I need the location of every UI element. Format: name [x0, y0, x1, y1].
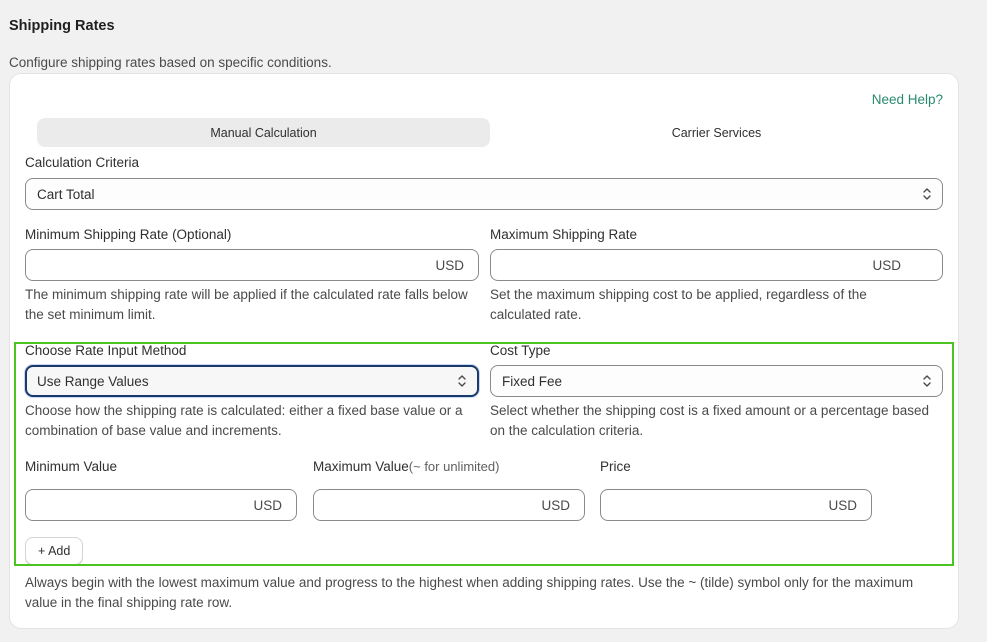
minimum-value-input[interactable]: USD: [25, 489, 297, 521]
min-shipping-rate-label: Minimum Shipping Rate (Optional): [25, 227, 232, 242]
max-shipping-rate-input[interactable]: USD: [490, 249, 943, 281]
calculation-criteria-label: Calculation Criteria: [25, 155, 140, 170]
price-input[interactable]: USD: [600, 489, 872, 521]
maximum-value-input[interactable]: USD: [313, 489, 585, 521]
maximum-value-label-text: Maximum Value: [313, 459, 409, 474]
chevron-updown-icon: [458, 375, 466, 387]
chevron-updown-icon: [923, 188, 931, 200]
currency-suffix: USD: [435, 257, 464, 273]
max-shipping-rate-help: Set the maximum shipping cost to be appl…: [490, 287, 867, 322]
shipping-rates-page: Shipping Rates Configure shipping rates …: [0, 0, 987, 642]
tab-manual-calculation[interactable]: Manual Calculation: [37, 118, 490, 147]
calculation-tabs: Manual Calculation Carrier Services: [37, 118, 943, 147]
minimum-value-label: Minimum Value: [25, 459, 118, 474]
calculation-criteria-value: Cart Total: [37, 186, 95, 202]
currency-suffix: USD: [872, 257, 901, 273]
cost-type-value: Fixed Fee: [502, 373, 563, 389]
unlimited-hint: (~ for unlimited): [408, 459, 500, 474]
chevron-updown-icon: [923, 375, 931, 387]
rate-input-method-label: Choose Rate Input Method: [25, 343, 187, 358]
max-shipping-rate-label: Maximum Shipping Rate: [490, 227, 638, 242]
min-shipping-rate-help: The minimum shipping rate will be applie…: [25, 287, 468, 322]
range-footer-note: Always begin with the lowest maximum val…: [25, 575, 914, 610]
cost-type-select[interactable]: Fixed Fee: [490, 365, 943, 397]
rate-input-method-help: Choose how the shipping rate is calculat…: [25, 403, 463, 438]
add-range-button[interactable]: + Add: [25, 537, 84, 565]
min-shipping-rate-input[interactable]: USD: [25, 249, 479, 281]
need-help-link[interactable]: Need Help?: [872, 92, 943, 107]
cost-type-help: Select whether the shipping cost is a fi…: [490, 403, 930, 438]
currency-suffix: USD: [541, 497, 570, 513]
currency-suffix: USD: [253, 497, 282, 513]
rate-input-method-select[interactable]: Use Range Values: [25, 365, 479, 397]
rate-input-method-value: Use Range Values: [37, 373, 149, 389]
calculation-criteria-select[interactable]: Cart Total: [25, 178, 943, 210]
currency-suffix: USD: [828, 497, 857, 513]
price-label: Price: [600, 459, 631, 474]
shipping-rates-card: Need Help? Manual Calculation Carrier Se…: [9, 73, 959, 629]
maximum-value-label: Maximum Value(~ for unlimited): [313, 459, 499, 474]
page-title: Shipping Rates: [9, 18, 115, 34]
cost-type-label: Cost Type: [490, 343, 551, 358]
page-subtitle: Configure shipping rates based on specif…: [9, 55, 332, 70]
tab-carrier-services[interactable]: Carrier Services: [490, 118, 943, 147]
